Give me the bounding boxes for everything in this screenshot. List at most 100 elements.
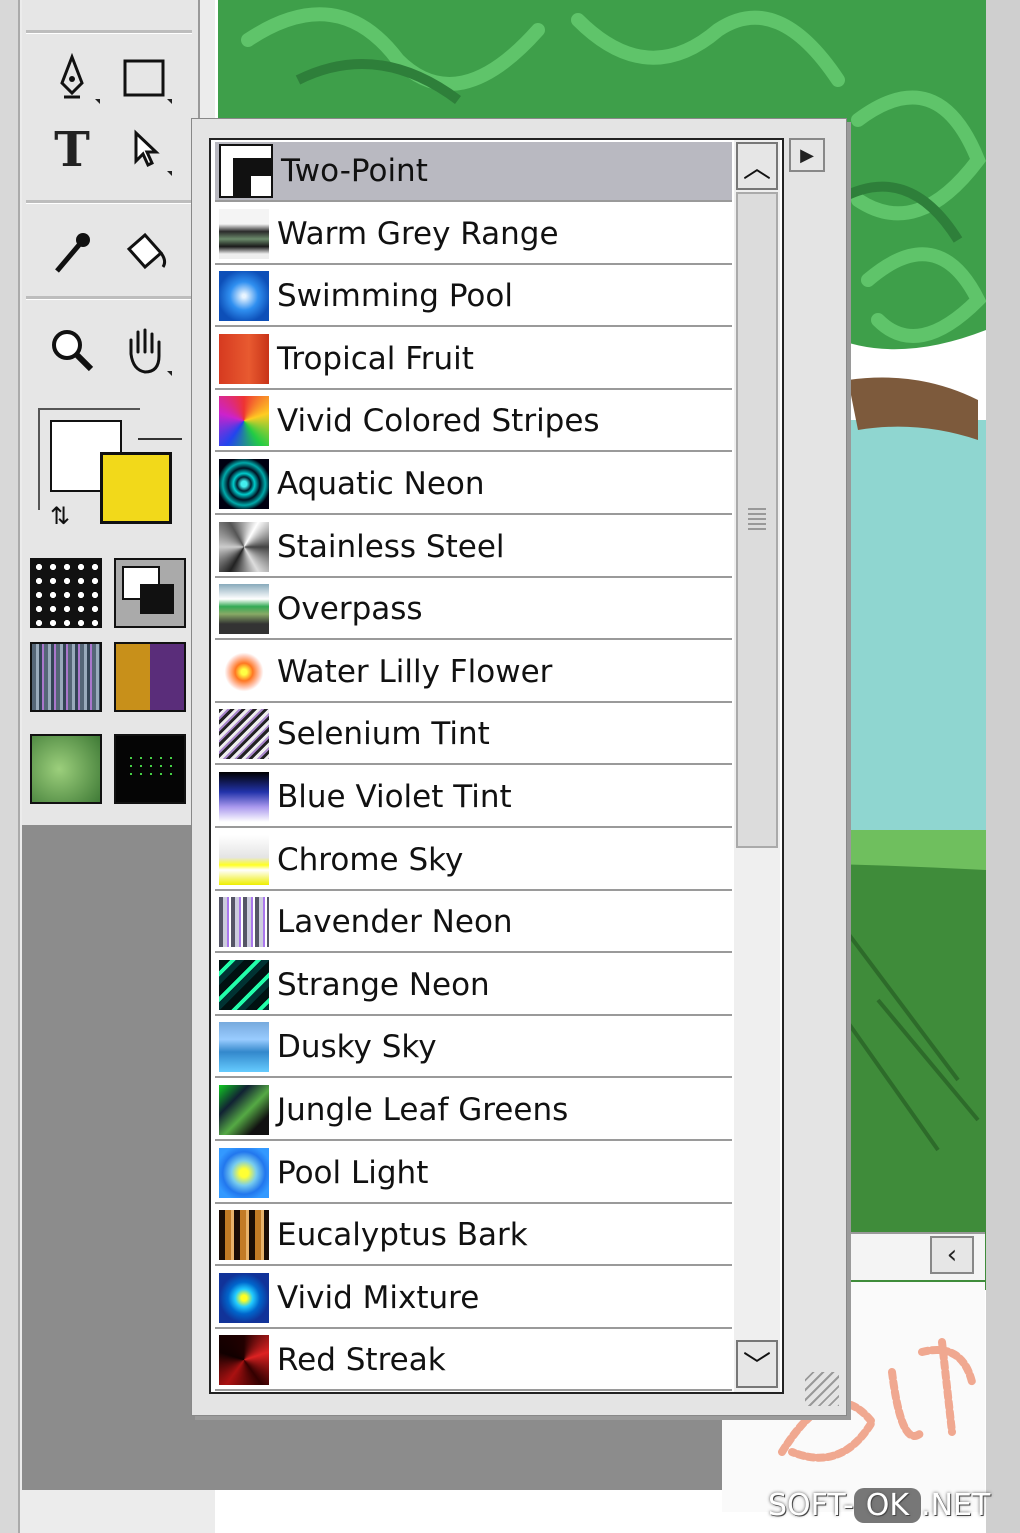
paint-bucket-icon bbox=[126, 232, 167, 270]
eyedropper-tool-button[interactable] bbox=[42, 222, 102, 282]
gradient-thumbnail bbox=[219, 1210, 269, 1261]
gradient-item[interactable]: Vivid Mixture bbox=[215, 1268, 732, 1329]
gradient-item-label: Swimming Pool bbox=[277, 278, 513, 315]
secondary-color-chip[interactable] bbox=[100, 452, 172, 524]
gradient-thumbnail bbox=[219, 772, 269, 822]
gradient-item[interactable]: Dusky Sky bbox=[215, 1018, 732, 1079]
gradient-item-label: Selenium Tint bbox=[277, 716, 490, 753]
gradient-thumbnail bbox=[219, 646, 269, 697]
selection-tool-button[interactable] bbox=[114, 120, 174, 180]
gradient-item-label: Warm Grey Range bbox=[277, 215, 559, 252]
gradient-item-label: Pool Light bbox=[277, 1154, 429, 1191]
resize-grip-icon[interactable] bbox=[805, 1372, 839, 1406]
gradient-item-label: Red Streak bbox=[277, 1342, 446, 1379]
gradient-thumbnail bbox=[219, 208, 269, 259]
gradient-item[interactable]: Overpass bbox=[215, 580, 732, 641]
toolbox-edge bbox=[0, 0, 20, 1533]
gradient-item-label: Two-Point bbox=[281, 153, 428, 189]
watermark: SOFT- OK .NET bbox=[768, 1488, 991, 1523]
gradient-thumbnail bbox=[219, 333, 269, 384]
swap-colors-icon[interactable]: ⇅ bbox=[50, 502, 70, 530]
gradient-item[interactable]: Selenium Tint bbox=[215, 705, 732, 766]
gradient-thumbnail bbox=[219, 459, 269, 509]
gradient-item-label: Blue Violet Tint bbox=[277, 779, 512, 815]
rectangle-icon bbox=[123, 59, 165, 97]
gradient-item[interactable]: Pool Light bbox=[215, 1143, 732, 1204]
play-right-icon: ▶ bbox=[800, 144, 814, 166]
text-icon: T bbox=[54, 122, 90, 178]
checker-pattern-swatch[interactable] bbox=[30, 558, 102, 628]
gradient-item[interactable]: Eucalyptus Bark bbox=[215, 1206, 732, 1267]
tool-separator bbox=[26, 296, 192, 300]
gradient-thumbnail bbox=[219, 396, 269, 447]
popup-menu-button[interactable]: ▶ bbox=[789, 138, 825, 172]
gradient-item[interactable]: Chrome Sky bbox=[215, 830, 732, 891]
gradient-item[interactable]: Water Lilly Flower bbox=[215, 642, 732, 703]
gradient-item[interactable]: Lavender Neon bbox=[215, 893, 732, 954]
gradient-item-label: Lavender Neon bbox=[277, 904, 513, 941]
gradient-item-label: Vivid Colored Stripes bbox=[277, 403, 600, 440]
gradient-item-label: Stainless Steel bbox=[277, 528, 505, 565]
gradient-item-label: Strange Neon bbox=[277, 966, 490, 1003]
rectangle-tool-button[interactable] bbox=[114, 48, 174, 108]
hand-icon bbox=[129, 328, 161, 374]
gradient-thumbnail bbox=[219, 584, 269, 635]
gradient-item-label: Jungle Leaf Greens bbox=[277, 1092, 569, 1128]
dark-sparkle-swatch[interactable] bbox=[114, 734, 186, 804]
gold-purple-swatch[interactable] bbox=[114, 642, 186, 712]
gradient-item-label: Water Lilly Flower bbox=[277, 653, 553, 690]
gradient-thumbnail bbox=[219, 1335, 269, 1386]
gradient-item[interactable]: Blue Violet Tint bbox=[215, 768, 732, 828]
gradient-thumbnail bbox=[219, 1085, 269, 1135]
pen-icon bbox=[60, 53, 84, 99]
gradient-item-label: Dusky Sky bbox=[277, 1029, 437, 1066]
gradient-item-label: Chrome Sky bbox=[277, 841, 464, 878]
arrow-pointer-icon bbox=[134, 129, 160, 168]
gradient-item[interactable]: Jungle Leaf Greens bbox=[215, 1081, 732, 1141]
gradient-thumbnail bbox=[219, 144, 273, 198]
gradient-thumbnail bbox=[219, 709, 269, 760]
gradient-item[interactable]: Red Streak bbox=[215, 1331, 732, 1392]
scroll-up-button[interactable]: ︿ bbox=[736, 142, 778, 190]
gradient-item[interactable]: Swimming Pool bbox=[215, 267, 732, 328]
gradient-item-label: Tropical Fruit bbox=[277, 340, 474, 377]
noise-texture-swatch[interactable] bbox=[30, 642, 102, 712]
gradient-item[interactable]: Aquatic Neon bbox=[215, 455, 732, 515]
gradient-item[interactable]: Warm Grey Range bbox=[215, 204, 732, 265]
gradient-thumbnail bbox=[219, 897, 269, 948]
leaf-texture-swatch[interactable] bbox=[30, 734, 102, 804]
zoom-tool-button[interactable] bbox=[42, 320, 102, 380]
scroll-left-button[interactable]: ‹ bbox=[930, 1236, 974, 1274]
hand-tool-button[interactable] bbox=[114, 320, 174, 380]
gradient-item[interactable]: Two-Point bbox=[215, 142, 732, 202]
gradient-item-label: Eucalyptus Bark bbox=[277, 1217, 528, 1254]
gradient-thumbnail bbox=[219, 1022, 269, 1073]
gradient-item[interactable]: Strange Neon bbox=[215, 955, 732, 1016]
chevron-up-icon: ︿ bbox=[742, 151, 771, 184]
gradient-item-label: Aquatic Neon bbox=[277, 466, 485, 502]
gradient-thumbnail bbox=[219, 834, 269, 885]
gradient-thumbnail bbox=[219, 1272, 269, 1323]
chevron-down-icon: ﹀ bbox=[742, 1349, 771, 1382]
magnifier-icon bbox=[52, 330, 94, 372]
gradient-item-label: Overpass bbox=[277, 591, 423, 628]
gradient-item[interactable]: Tropical Fruit bbox=[215, 329, 732, 390]
gradient-item[interactable]: Vivid Colored Stripes bbox=[215, 392, 732, 453]
pen-tool-button[interactable] bbox=[42, 48, 102, 108]
gradient-item[interactable]: Stainless Steel bbox=[215, 517, 732, 578]
window-edge-shadow bbox=[986, 0, 1020, 1533]
tool-separator bbox=[26, 200, 192, 204]
tool-separator bbox=[26, 30, 192, 34]
color-chip-line bbox=[138, 438, 182, 440]
eyedropper-icon bbox=[55, 233, 90, 273]
scroll-down-button[interactable]: ﹀ bbox=[736, 1340, 778, 1388]
gradient-list-rows: Two-Point Warm Grey Range Swimming Pool Tro… bbox=[209, 140, 735, 1392]
bw-squares-swatch[interactable] bbox=[114, 558, 186, 628]
paint-bucket-tool-button[interactable] bbox=[114, 222, 174, 282]
scrollbar-grip bbox=[748, 508, 766, 530]
chevron-left-icon: ‹ bbox=[946, 1240, 958, 1270]
gradient-thumbnail bbox=[219, 959, 269, 1010]
gradient-thumbnail bbox=[219, 1147, 269, 1198]
tool-panel: T ⇅ bbox=[22, 0, 200, 825]
text-tool-button[interactable]: T bbox=[42, 120, 102, 180]
